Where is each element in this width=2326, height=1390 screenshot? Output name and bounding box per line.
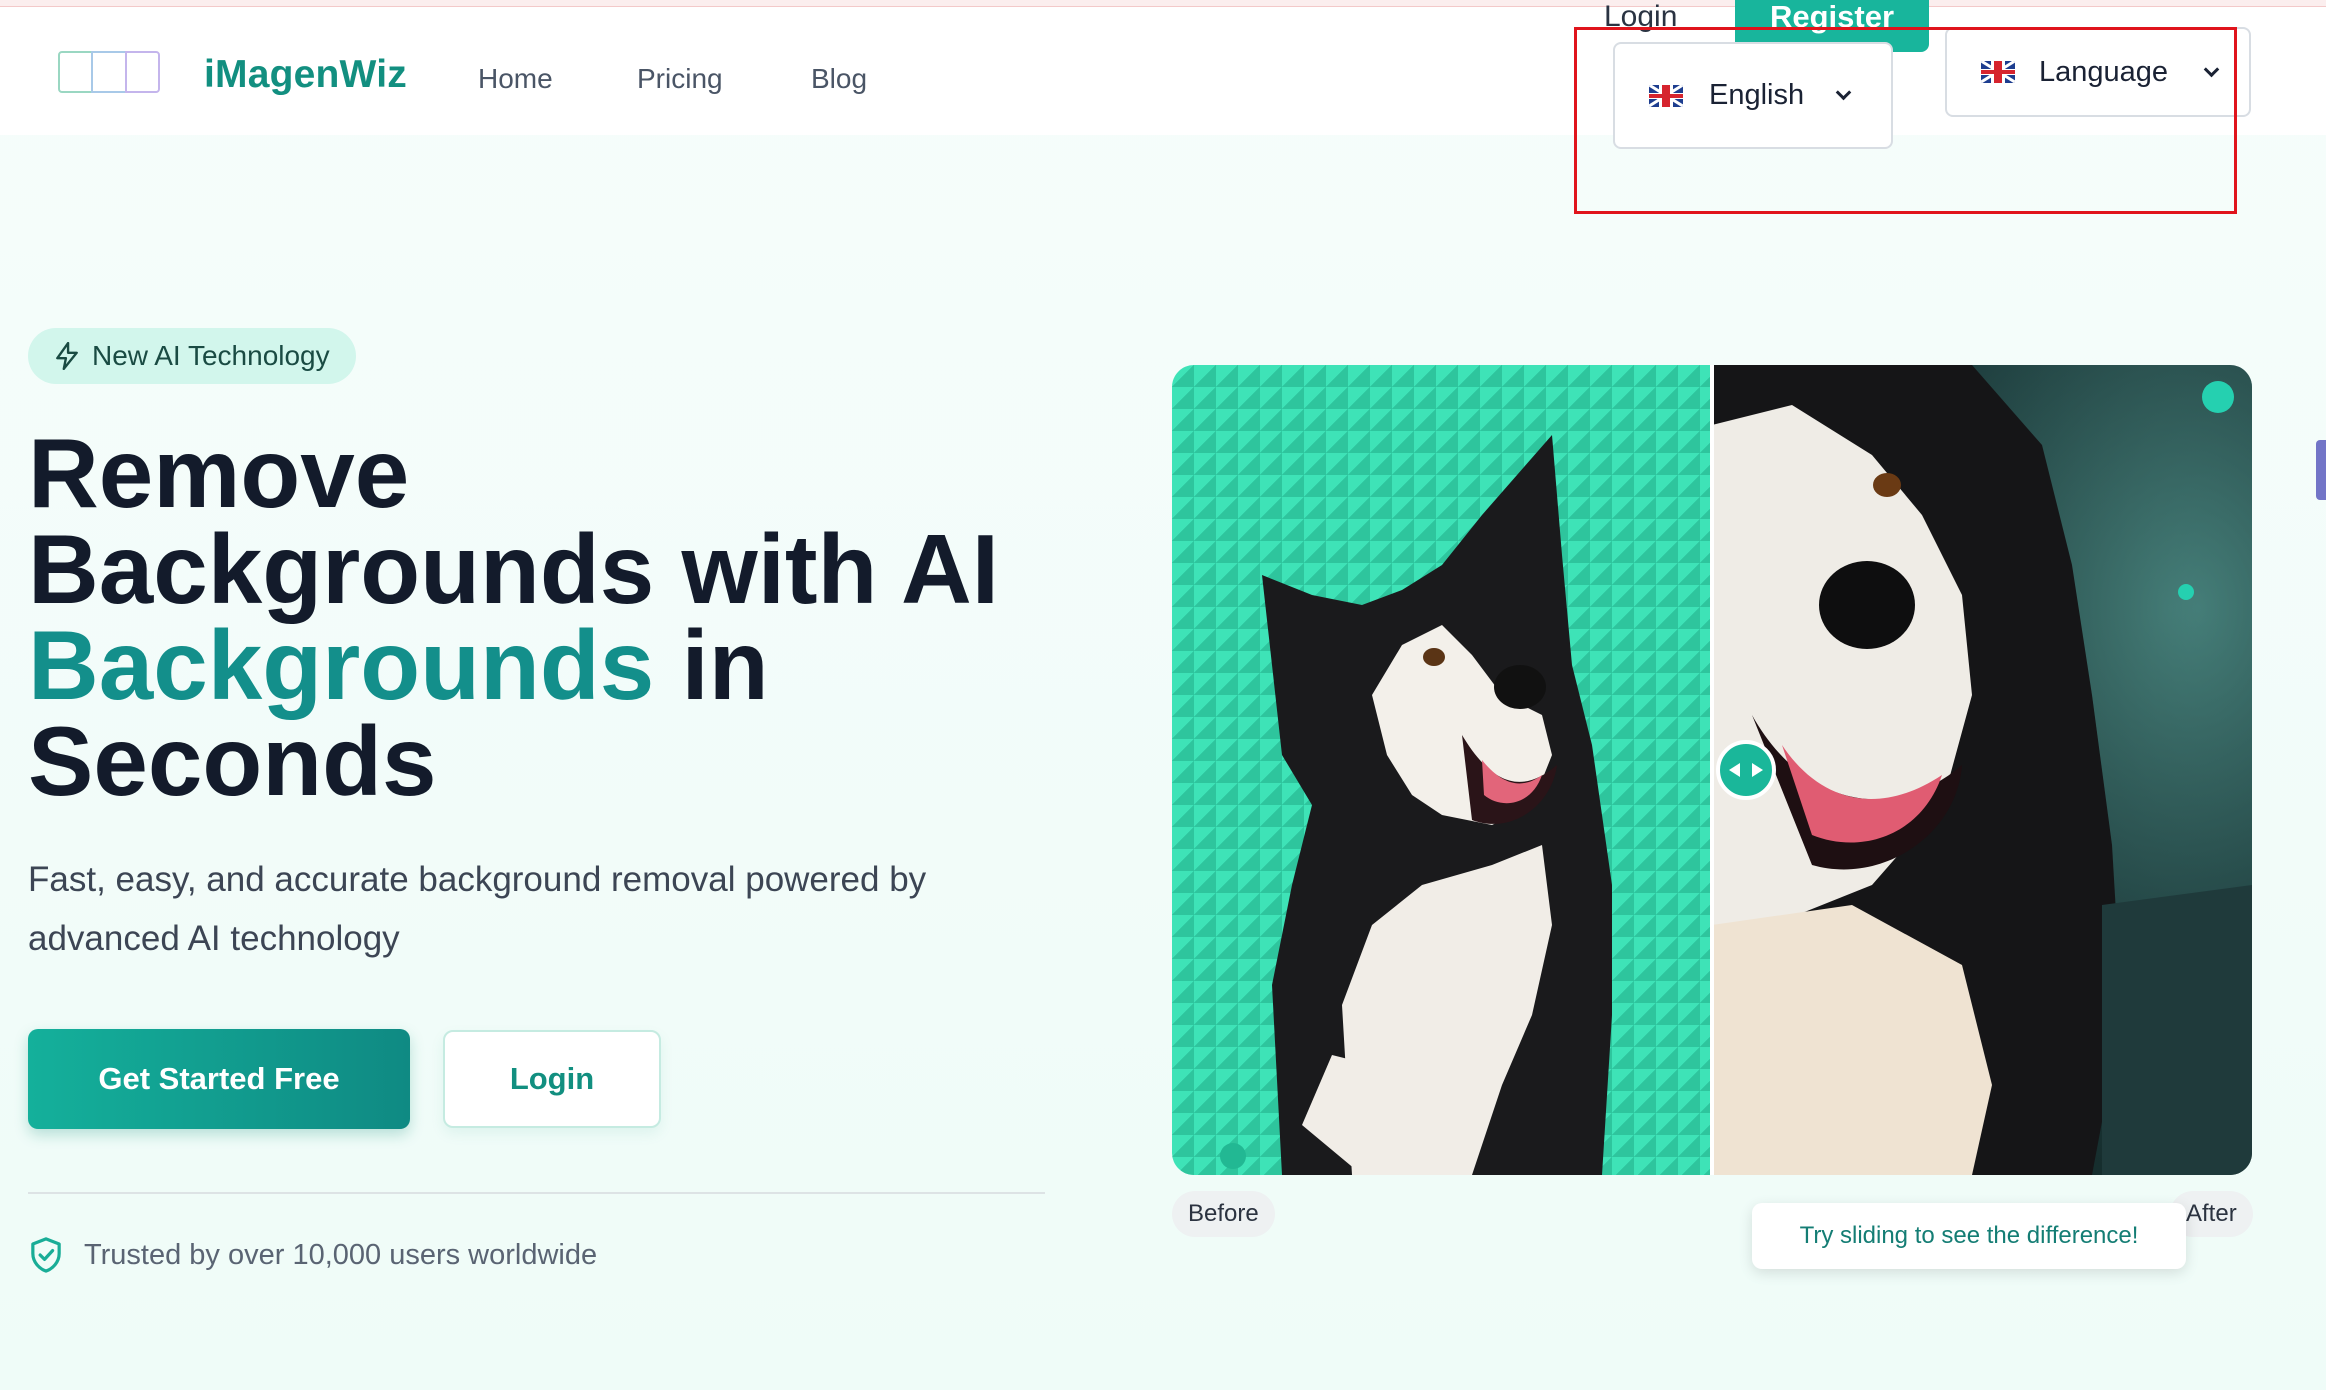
trust-text: Trusted by over 10,000 users worldwide: [84, 1238, 598, 1271]
after-pane: [1712, 365, 2252, 1175]
edge-decoration: [2316, 440, 2326, 500]
decor-dot: [2202, 381, 2234, 413]
login-button[interactable]: Login: [443, 1030, 661, 1128]
decor-dot: [2178, 584, 2194, 600]
top-strip: [0, 0, 2326, 7]
lightning-icon: [56, 342, 78, 370]
highlight-box: [1574, 27, 2237, 214]
brand-name[interactable]: iMagenWiz: [204, 53, 407, 97]
slider-divider[interactable]: [1710, 365, 1714, 1175]
dog-image-before: [1262, 435, 1612, 1175]
hero-headline: Remove Backgrounds with AI Backgrounds i…: [28, 418, 1088, 816]
trust-line: Trusted by over 10,000 users worldwide: [28, 1236, 597, 1274]
page: iMagenWiz Home Pricing Blog Login Regist…: [0, 0, 2326, 1390]
new-ai-badge: New AI Technology: [28, 328, 356, 384]
headline-line-3: Backgrounds in: [28, 616, 1088, 714]
badge-label: New AI Technology: [92, 340, 330, 371]
shield-check-icon: [31, 1237, 61, 1273]
slider-hint: Try sliding to see the difference!: [1752, 1203, 2186, 1269]
dog-image-after: [1712, 365, 2252, 1175]
headline-line-1: Remove: [28, 418, 410, 528]
slider-arrows-icon: [1729, 763, 1763, 777]
get-started-button[interactable]: Get Started Free: [28, 1029, 410, 1129]
headline-accent: Backgrounds: [28, 610, 655, 720]
headline-line-2: Backgrounds with AI: [28, 514, 1000, 624]
before-pane: [1172, 365, 1712, 1175]
before-label: Before: [1172, 1191, 1275, 1237]
before-after-compare[interactable]: [1172, 365, 2252, 1175]
divider: [28, 1192, 1045, 1194]
logo-icon[interactable]: [58, 51, 160, 93]
nav-pricing[interactable]: Pricing: [637, 63, 723, 95]
headline-in: in: [654, 610, 769, 720]
nav-blog[interactable]: Blog: [811, 63, 867, 95]
hero-subtitle: Fast, easy, and accurate background remo…: [28, 860, 927, 958]
slider-handle[interactable]: [1716, 740, 1776, 800]
nav-home[interactable]: Home: [478, 63, 553, 95]
headline-line-4: Seconds: [28, 706, 437, 816]
decor-dot: [1220, 1143, 1246, 1169]
